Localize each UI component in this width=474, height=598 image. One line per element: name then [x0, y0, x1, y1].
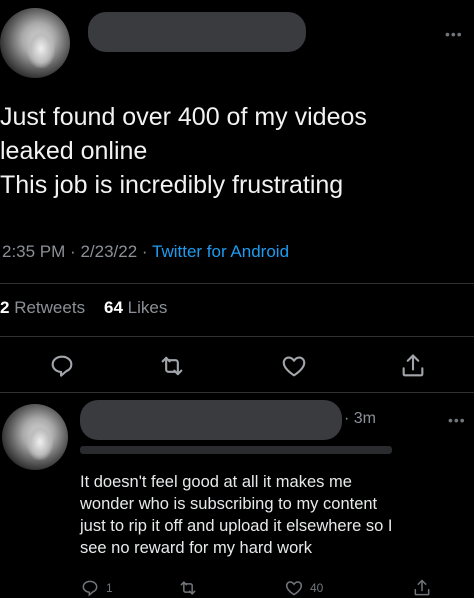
meta-separator: ·: [70, 242, 76, 261]
heart-icon: [285, 581, 303, 596]
divider: [0, 336, 474, 337]
reply-time: · 3m: [344, 410, 376, 427]
tweet-text-line: leaked online: [0, 137, 148, 165]
share-icon: [414, 579, 430, 596]
like-button[interactable]: [278, 350, 310, 382]
divider: [0, 392, 474, 393]
reply-text-line: just to rip it off and upload it elsewhe…: [80, 517, 393, 535]
reply-author-avatar[interactable]: [2, 404, 68, 470]
more-icon[interactable]: •••: [445, 26, 463, 42]
retweets-count: 2: [0, 298, 10, 317]
reply-more-icon[interactable]: •••: [448, 412, 466, 428]
reply-icon: [51, 355, 73, 377]
reply-text-line: wonder who is subscribing to my content: [80, 495, 378, 513]
reply-count: 1: [106, 581, 113, 595]
tweet-time: 2:35 PM: [2, 242, 66, 261]
tweet-source-link[interactable]: Twitter for Android: [152, 242, 289, 261]
reply-icon: [82, 580, 98, 597]
redacted-author-name: [88, 12, 306, 52]
reply-button[interactable]: [46, 350, 78, 382]
heart-icon: [282, 356, 306, 377]
reply-reply-button[interactable]: 1: [80, 578, 113, 598]
tweet-text: Just found over 400 of my videos leaked …: [0, 100, 474, 202]
tweet-text-line: Just found over 400 of my videos: [0, 103, 367, 131]
redacted-reply-author-name: [80, 400, 342, 440]
tweet-text-line: This job is incredibly frustrating: [0, 171, 344, 199]
divider: [0, 283, 474, 284]
likes-label: Likes: [127, 298, 168, 317]
retweet-icon: [161, 356, 183, 376]
reply-text-line: It doesn't feel good at all it makes me: [80, 473, 352, 491]
tweet-date: 2/23/22: [80, 242, 138, 261]
tweet-stats: 2 Retweets 64 Likes: [0, 298, 167, 318]
reply-like-count: 40: [310, 581, 324, 595]
reply-text: It doesn't feel good at all it makes me …: [80, 471, 470, 559]
reply-text-line: see no reward for my hard work: [80, 539, 313, 557]
retweets-stat[interactable]: 2 Retweets: [0, 298, 85, 317]
retweets-label: Retweets: [14, 298, 86, 317]
share-icon: [402, 354, 424, 377]
retweet-button[interactable]: [156, 350, 188, 382]
tweet-meta: 2:35 PM · 2/23/22 · Twitter for Android: [2, 242, 289, 262]
reply-retweet-button[interactable]: [178, 578, 198, 598]
likes-count: 64: [103, 298, 123, 317]
reply-share-button[interactable]: [412, 578, 432, 598]
meta-separator: ·: [141, 242, 148, 261]
reply-like-button[interactable]: 40: [284, 578, 323, 598]
redacted-reply-handle: [80, 446, 392, 454]
retweet-icon: [180, 581, 196, 595]
share-button[interactable]: [397, 350, 429, 382]
likes-stat[interactable]: 64 Likes: [104, 298, 167, 317]
author-avatar[interactable]: [0, 8, 70, 78]
